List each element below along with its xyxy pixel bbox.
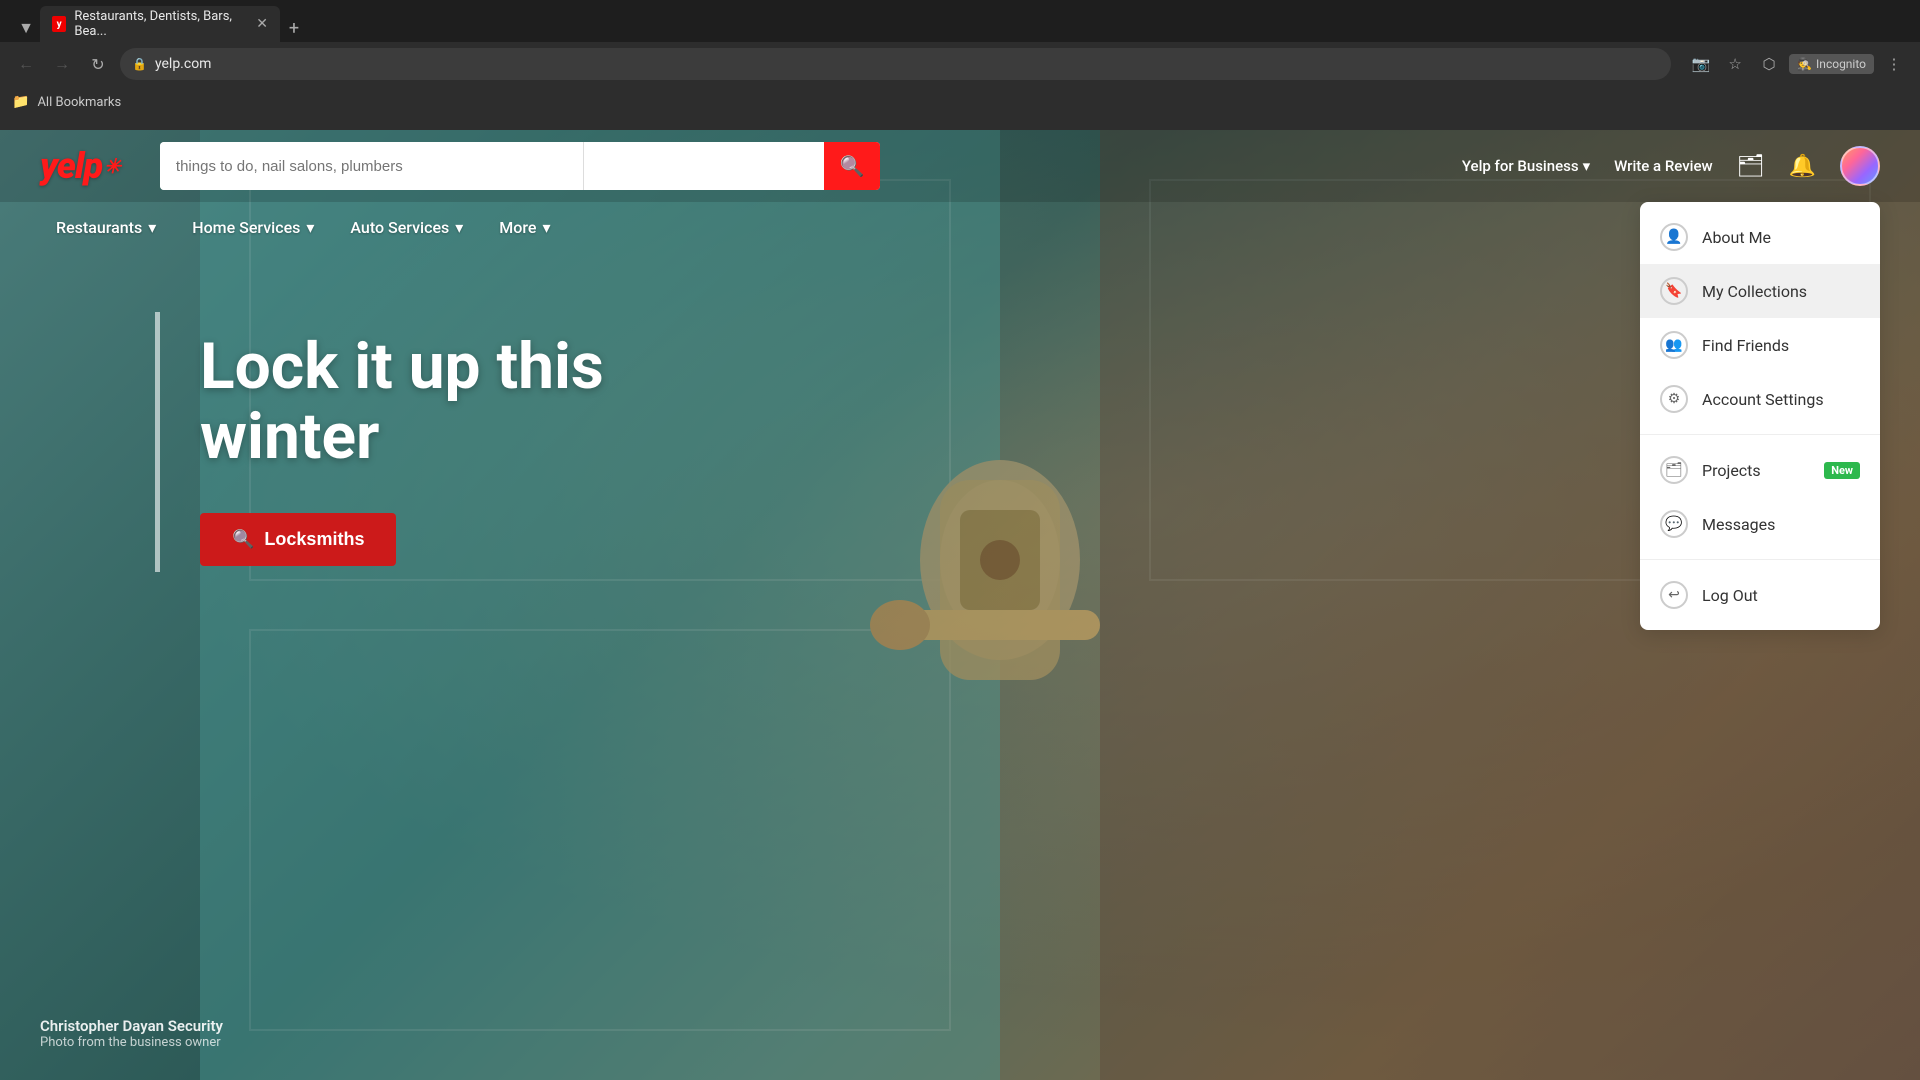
extension-icon[interactable]: ⬡ [1755,50,1783,78]
home-services-chevron-icon: ▾ [306,218,314,237]
browser-chrome: ▼ y Restaurants, Dentists, Bars, Bea... … [0,0,1920,130]
nav-right-icons: 📷 ☆ ⬡ 🕵 Incognito ⋮ [1687,50,1908,78]
yelp-nav: Restaurants ▾ Home Services ▾ Auto Servi… [0,202,1920,252]
dropdown-projects[interactable]: 🗂 Projects New [1640,443,1880,497]
business-chevron-icon: ▾ [1583,157,1591,175]
projects-new-badge: New [1824,462,1860,479]
restaurants-chevron-icon: ▾ [148,218,156,237]
locksmiths-cta-btn[interactable]: 🔍 Locksmiths [200,513,396,566]
browser-nav-bar: ← → ↻ 🔒 yelp.com 📷 ☆ ⬡ 🕵 Incognito ⋮ [0,42,1920,86]
projects-label: Projects [1702,461,1761,480]
log-out-icon: ↩ [1660,581,1688,609]
dropdown-my-collections[interactable]: 🔖 My Collections [1640,264,1880,318]
bookmarks-label: All Bookmarks [37,95,121,110]
user-dropdown-menu: 👤 About Me 🔖 My Collections 👥 Find Frien… [1640,202,1880,630]
yelp-page: yelp ✳ San Francisco, CA 🔍 Yelp for Busi… [0,130,1920,1080]
my-collections-label: My Collections [1702,282,1807,301]
more-menu-btn[interactable]: ⋮ [1880,50,1908,78]
dropdown-log-out[interactable]: ↩ Log Out [1640,568,1880,622]
browser-tab[interactable]: y Restaurants, Dentists, Bars, Bea... ✕ [40,6,280,42]
security-icon: 🔒 [132,57,147,71]
hero-accent-bar [155,312,160,572]
search-bar: San Francisco, CA 🔍 [160,142,880,190]
find-friends-icon: 👥 [1660,331,1688,359]
photo-credit-sub: Photo from the business owner [40,1035,223,1050]
tab-title: Restaurants, Dentists, Bars, Bea... [74,9,248,39]
tab-list-arrow[interactable]: ▼ [12,14,40,42]
write-review-link[interactable]: Write a Review [1614,157,1713,175]
camera-off-icon[interactable]: 📷 [1687,50,1715,78]
bookmark-star-icon[interactable]: ☆ [1721,50,1749,78]
tab-bar: ▼ y Restaurants, Dentists, Bars, Bea... … [0,0,1920,42]
nav-auto-services-label: Auto Services [350,218,449,237]
user-avatar[interactable] [1840,146,1880,186]
log-out-label: Log Out [1702,586,1758,605]
about-me-icon: 👤 [1660,223,1688,251]
find-friends-label: Find Friends [1702,336,1789,355]
more-chevron-icon: ▾ [542,218,550,237]
activity-icon[interactable]: 🗂 [1737,153,1765,179]
forward-btn[interactable]: → [48,50,76,78]
nav-auto-services[interactable]: Auto Services ▾ [334,208,479,247]
dropdown-divider-1 [1640,434,1880,435]
reload-btn[interactable]: ↻ [84,50,112,78]
dropdown-find-friends[interactable]: 👥 Find Friends [1640,318,1880,372]
tab-favicon: y [52,16,66,32]
yelp-header: yelp ✳ San Francisco, CA 🔍 Yelp for Busi… [0,130,1920,202]
search-submit-btn[interactable]: 🔍 [824,142,880,190]
header-right: Yelp for Business ▾ Write a Review 🗂 🔔 [1462,146,1880,186]
notification-bell-icon[interactable]: 🔔 [1789,153,1816,179]
auto-services-chevron-icon: ▾ [455,218,463,237]
account-settings-icon: ⚙ [1660,385,1688,413]
back-btn[interactable]: ← [12,50,40,78]
dropdown-divider-2 [1640,559,1880,560]
locksmiths-search-icon: 🔍 [232,529,254,550]
nav-home-services-label: Home Services [192,218,300,237]
about-me-label: About Me [1702,228,1771,247]
nav-restaurants-label: Restaurants [56,218,142,237]
incognito-label: Incognito [1816,57,1866,71]
photo-credit-name: Christopher Dayan Security [40,1017,223,1035]
account-settings-label: Account Settings [1702,390,1824,409]
dropdown-messages[interactable]: 💬 Messages [1640,497,1880,551]
dropdown-account-settings[interactable]: ⚙ Account Settings [1640,372,1880,426]
bookmarks-folder-icon: 📁 [12,94,29,110]
business-link[interactable]: Yelp for Business ▾ [1462,157,1590,175]
nav-more-label: More [499,218,536,237]
bookmarks-bar: 📁 All Bookmarks [0,86,1920,118]
messages-label: Messages [1702,515,1775,534]
nav-more[interactable]: More ▾ [483,208,566,247]
incognito-icon: 🕵 [1797,57,1812,71]
my-collections-icon: 🔖 [1660,277,1688,305]
yelp-logo[interactable]: yelp ✳ [40,145,120,187]
incognito-badge: 🕵 Incognito [1789,54,1874,74]
address-bar[interactable]: 🔒 yelp.com [120,48,1671,80]
hero-title: Lock it up this winter [200,332,660,473]
nav-restaurants[interactable]: Restaurants ▾ [40,208,172,247]
search-what-input[interactable] [160,142,584,190]
nav-home-services[interactable]: Home Services ▾ [176,208,330,247]
search-where-input[interactable]: San Francisco, CA [584,142,824,190]
dropdown-about-me[interactable]: 👤 About Me [1640,210,1880,264]
tab-close-btn[interactable]: ✕ [256,16,268,32]
yelp-top-bar: yelp ✳ San Francisco, CA 🔍 Yelp for Busi… [40,130,1880,202]
messages-icon: 💬 [1660,510,1688,538]
projects-icon: 🗂 [1660,456,1688,484]
hero-content: Lock it up this winter 🔍 Locksmiths [0,252,1920,646]
photo-credit: Christopher Dayan Security Photo from th… [40,1017,223,1050]
new-tab-btn[interactable]: + [280,14,308,42]
url-display: yelp.com [155,56,212,72]
